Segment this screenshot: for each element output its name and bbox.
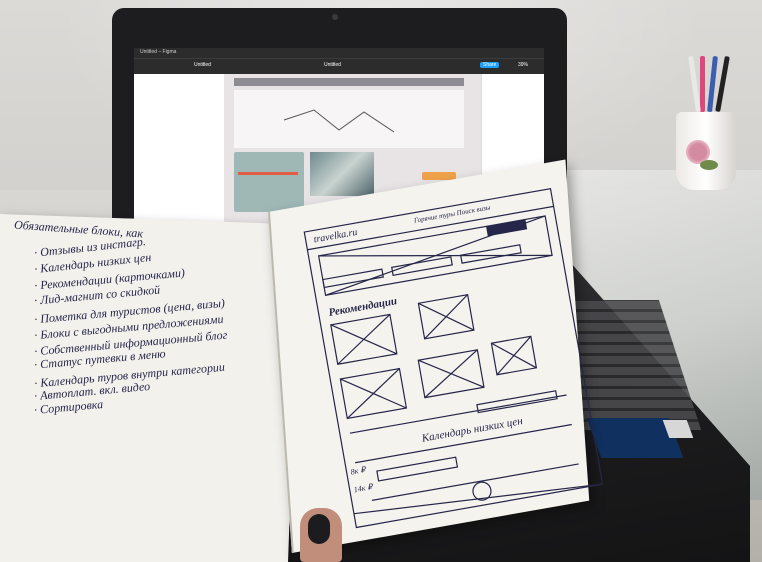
photo-scene: Untitled – Figma Untitled Untitled Share… [0,0,762,562]
wireframe-sketch: travelka.ru Горячие туры Поиск визы Реко… [292,171,626,551]
painted-nail [308,514,330,544]
